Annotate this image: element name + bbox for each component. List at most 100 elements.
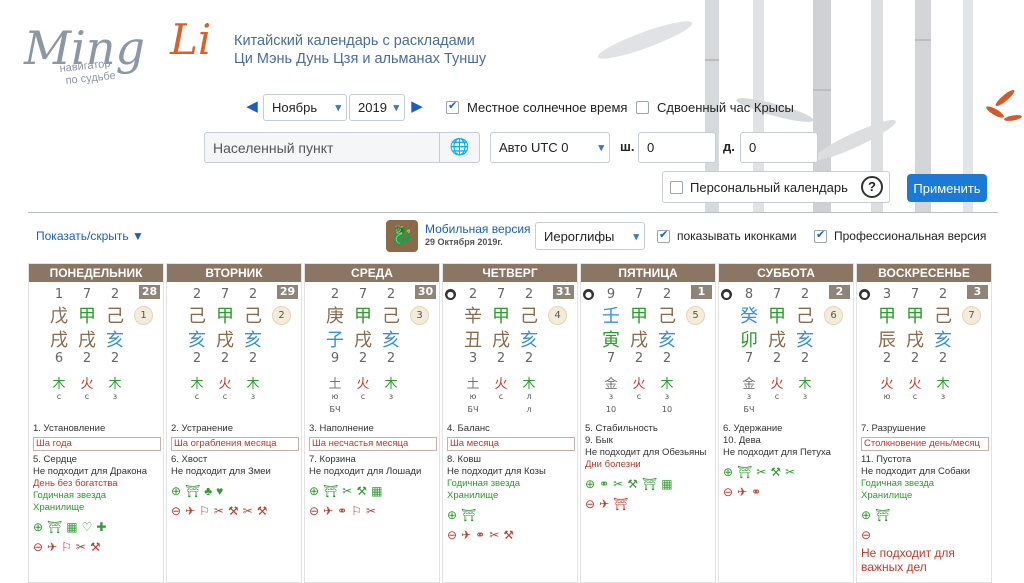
activity-icon[interactable]: ✂ bbox=[76, 540, 86, 554]
next-month-button[interactable]: ▶ bbox=[409, 96, 425, 116]
apply-button[interactable]: Применить bbox=[907, 174, 987, 202]
sha-box: Ша ограбления месяца bbox=[171, 437, 299, 451]
activity-icon[interactable]: ✚ bbox=[96, 520, 106, 534]
bottom-numbers: 9 2 2 bbox=[321, 351, 405, 366]
day-column[interactable]: СРЕДА 30 2 7 2 庚甲己 3 子戌亥 9 2 2 土火木 ю с з БЧ 3. Наполнени… bbox=[304, 263, 440, 583]
bottom-number: 2 bbox=[938, 351, 948, 366]
activity-icon[interactable]: ⛩ bbox=[737, 465, 752, 479]
day-name: ВТОРНИК bbox=[167, 264, 301, 282]
activity-icon[interactable]: ⊖ bbox=[861, 528, 871, 542]
activity-icon[interactable]: ⚒ bbox=[770, 465, 781, 479]
activity-icon[interactable]: ⛩ bbox=[875, 508, 890, 522]
element-sub: с bbox=[360, 392, 366, 401]
activity-icon[interactable]: ⊖ bbox=[585, 497, 595, 511]
activity-icon[interactable]: ⊕ bbox=[309, 484, 319, 498]
activity-icon[interactable]: ♥ bbox=[216, 484, 223, 498]
branch-glyph: 戌 bbox=[768, 330, 786, 351]
activity-icon[interactable]: ⊕ bbox=[723, 465, 733, 479]
warning-text: День без богатства bbox=[33, 478, 118, 489]
activity-icon[interactable]: ⊕ bbox=[861, 508, 871, 522]
activity-icon[interactable]: ⚐ bbox=[199, 504, 210, 518]
day-column[interactable]: ПЯТНИЦА 1 ● 9 7 2 壬甲己 5 寅戌亥 7 2 2 金火木 з с з 10 10 5. Стаби… bbox=[580, 263, 716, 583]
activity-icon[interactable]: ⚭ bbox=[475, 528, 485, 542]
activity-icon[interactable]: ✈ bbox=[47, 540, 57, 554]
day-column[interactable]: ВОСКРЕСЕНЬЕ 3 ● 3 7 2 甲甲己 7 辰戌亥 2 2 2 火火木 ю с з 7. Разру… bbox=[856, 263, 992, 583]
activity-icon[interactable]: ✂ bbox=[366, 504, 376, 518]
activity-icon[interactable]: Не подходит для важных дел bbox=[861, 546, 989, 574]
activity-icon[interactable]: ⚒ bbox=[257, 504, 268, 518]
activity-icon[interactable]: ⚒ bbox=[503, 528, 514, 542]
activity-icon[interactable]: ✂ bbox=[214, 504, 224, 518]
activity-icon[interactable]: ⚐ bbox=[351, 504, 362, 518]
help-icon[interactable]: ? bbox=[861, 176, 883, 198]
activity-icon[interactable]: ⊖ bbox=[447, 528, 457, 542]
year-select[interactable]: 2019 ▾ bbox=[349, 94, 405, 121]
prev-month-button[interactable]: ◀ bbox=[244, 96, 260, 116]
activity-icon[interactable]: ♣ bbox=[204, 484, 212, 498]
globe-icon[interactable]: 🌐 bbox=[439, 133, 479, 162]
mobile-version-link[interactable]: Мобильная версия bbox=[425, 222, 531, 236]
toggle-link[interactable]: Показать/скрыть ▼ bbox=[36, 229, 144, 243]
activity-icon[interactable]: ⊖ bbox=[309, 504, 319, 518]
activity-icon[interactable]: ⛩ bbox=[47, 520, 62, 534]
activity-icon[interactable]: ▦ bbox=[371, 484, 382, 498]
activity-icon[interactable]: ✈ bbox=[323, 504, 333, 518]
divider bbox=[28, 212, 998, 213]
activity-icon[interactable]: ✈ bbox=[599, 497, 609, 511]
place-search-field[interactable]: Населенный пункт 🌐 bbox=[204, 132, 480, 163]
officer-text: 4. Баланс bbox=[447, 423, 490, 434]
branch-glyph: 亥 bbox=[244, 330, 262, 351]
day-column[interactable]: ЧЕТВЕРГ 31 ● 2 7 2 辛甲己 4 丑戌亥 3 2 2 土火木 ю с л БЧ л 4. Балан… bbox=[442, 263, 578, 583]
activity-icon[interactable]: ⛩ bbox=[461, 508, 476, 522]
activity-icon[interactable]: ✈ bbox=[737, 485, 747, 499]
show-icons-checkbox[interactable] bbox=[657, 228, 670, 243]
script-select[interactable]: Иероглифы ▾ bbox=[535, 222, 645, 250]
activity-icon[interactable]: ✂ bbox=[785, 465, 795, 479]
latitude-input[interactable]: 0 bbox=[638, 132, 716, 163]
branch-row: 寅戌亥 bbox=[597, 326, 681, 352]
activity-icon[interactable]: ⛩ bbox=[323, 484, 338, 498]
activity-icon[interactable]: ✂ bbox=[243, 504, 253, 518]
activity-icon[interactable]: ⚒ bbox=[627, 477, 638, 491]
activity-icon[interactable]: ✈ bbox=[461, 528, 471, 542]
activity-icon[interactable]: ✂ bbox=[489, 528, 499, 542]
activity-icon[interactable]: ⛩ bbox=[613, 497, 628, 511]
activity-icon[interactable]: ⚐ bbox=[61, 540, 72, 554]
utc-select[interactable]: Авто UTC 0 ▾ bbox=[490, 132, 610, 163]
bottom-numbers: 7 2 2 bbox=[735, 351, 819, 366]
personal-calendar-checkbox[interactable] bbox=[670, 181, 683, 194]
activity-icon[interactable]: ⊖ bbox=[723, 485, 733, 499]
activity-icon[interactable]: ⊖ bbox=[33, 540, 43, 554]
activity-icon[interactable]: ⛩ bbox=[642, 477, 657, 491]
activity-icon[interactable]: ⊕ bbox=[33, 520, 43, 534]
day-column[interactable]: ПОНЕДЕЛЬНИК 28 1 7 2 戊甲己 1 戌戌亥 6 2 2 木火木 с с з 1. Устан… bbox=[28, 263, 164, 583]
activity-icon[interactable]: ✂ bbox=[613, 477, 623, 491]
activity-icon[interactable]: ⊕ bbox=[447, 508, 457, 522]
local-time-checkbox[interactable] bbox=[446, 99, 459, 114]
activity-icon[interactable]: ⚭ bbox=[751, 485, 761, 499]
activity-icon[interactable]: ⊕ bbox=[585, 477, 595, 491]
day-column[interactable]: СУББОТА 2 ● 8 7 2 癸甲己 6 卯戌亥 7 2 2 金火木 з с з БЧ 6. Удержан… bbox=[718, 263, 854, 583]
activity-icon[interactable]: ⚒ bbox=[228, 504, 239, 518]
rat-hour-checkbox[interactable] bbox=[636, 101, 649, 114]
activity-icon[interactable]: ✂ bbox=[756, 465, 766, 479]
activity-icon[interactable]: ⊕ bbox=[171, 484, 181, 498]
activity-icon[interactable]: ▦ bbox=[661, 477, 672, 491]
activity-icon[interactable]: ⛩ bbox=[185, 484, 200, 498]
top-number: 2 bbox=[248, 287, 258, 302]
day-column[interactable]: ВТОРНИК 29 2 7 2 己甲己 2 亥戌亥 2 2 2 木火木 с с з 2. Устранени… bbox=[166, 263, 302, 583]
activity-icon[interactable]: ✈ bbox=[185, 504, 195, 518]
month-select[interactable]: Ноябрь ▾ bbox=[263, 94, 347, 121]
pro-version-checkbox[interactable] bbox=[814, 228, 827, 243]
activity-icon[interactable]: ⚭ bbox=[599, 477, 609, 491]
activity-icon[interactable]: ⚒ bbox=[356, 484, 367, 498]
activity-icon[interactable]: ⚒ bbox=[90, 540, 101, 554]
activity-icon[interactable]: ⚭ bbox=[337, 504, 347, 518]
activity-icon[interactable]: ♡ bbox=[82, 520, 93, 534]
activity-icon[interactable]: ⊖ bbox=[171, 504, 181, 518]
activity-icon[interactable]: ✂ bbox=[342, 484, 352, 498]
star-badge: 2 bbox=[272, 306, 291, 325]
activity-icon[interactable]: ▦ bbox=[66, 520, 77, 534]
longitude-input[interactable]: 0 bbox=[740, 132, 818, 163]
mobile-version-icon[interactable]: 🐉 bbox=[386, 220, 418, 252]
